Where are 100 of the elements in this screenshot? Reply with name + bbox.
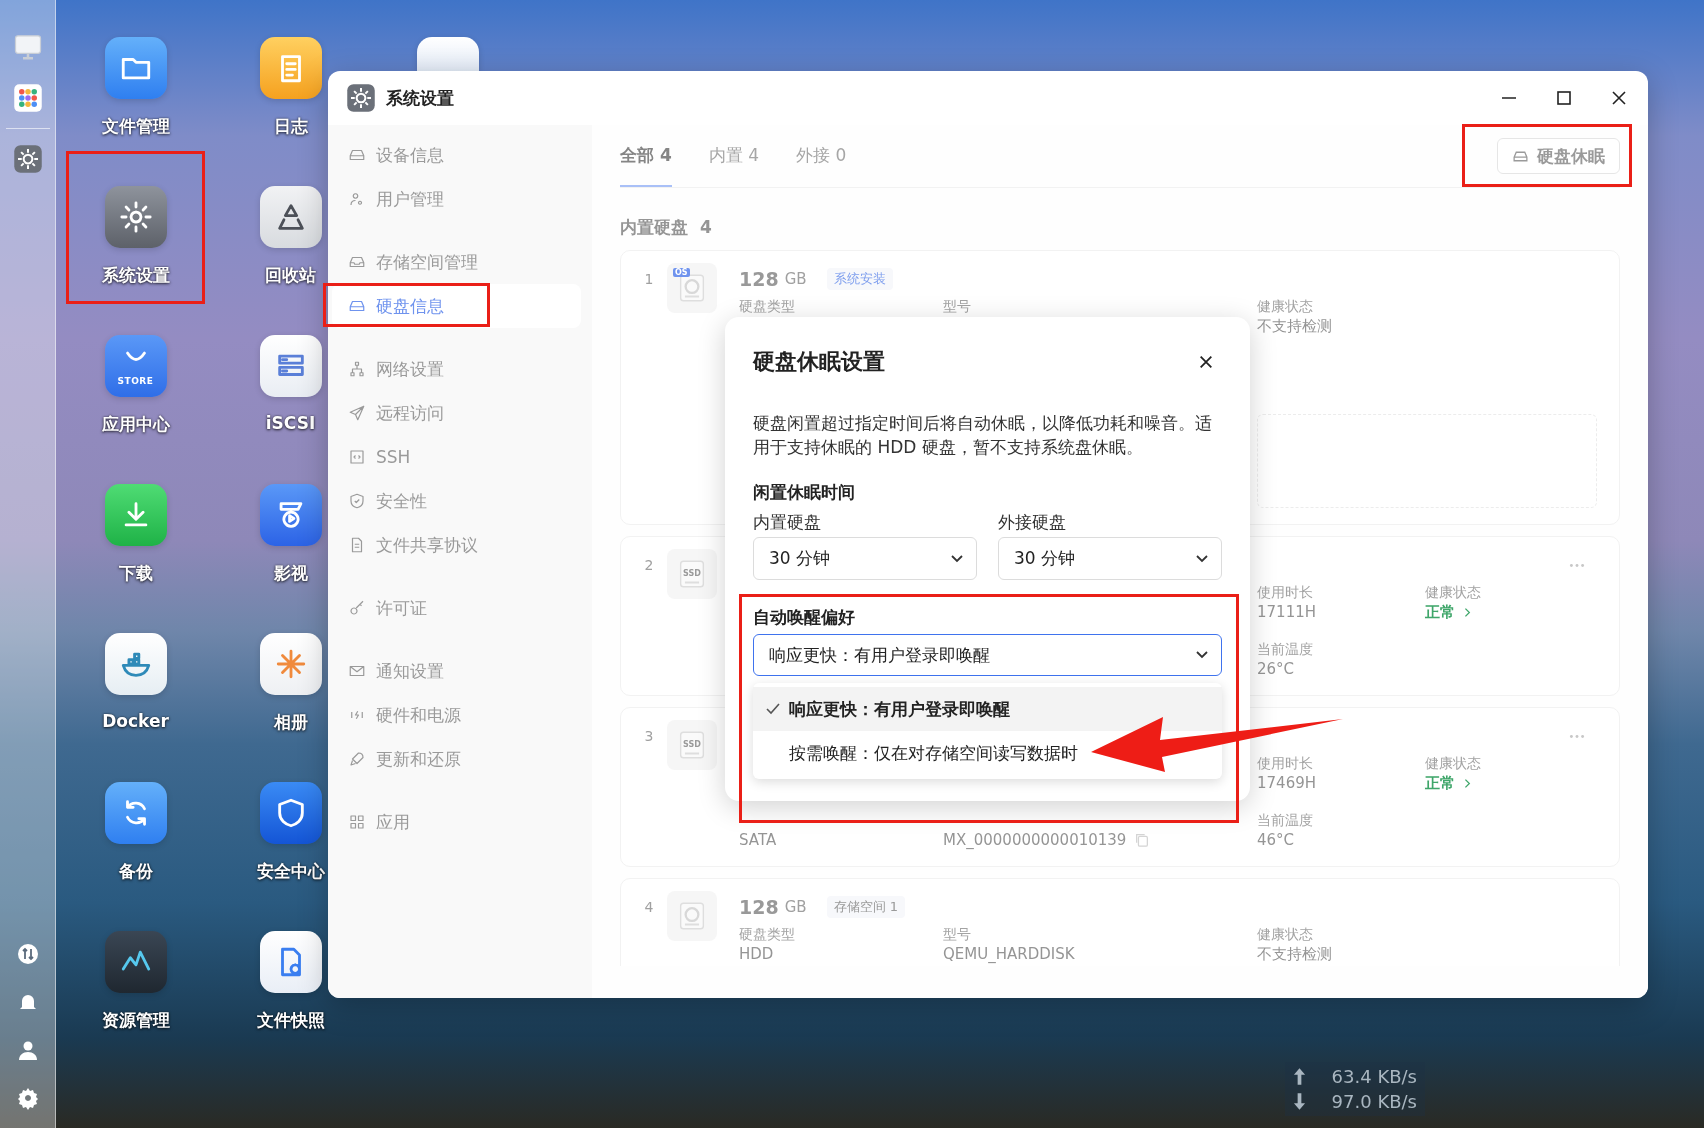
sidebar-item[interactable]: 应用 — [332, 800, 581, 844]
field-label: 硬盘类型 — [739, 925, 796, 944]
app-icon[interactable] — [104, 782, 167, 844]
field-value: HDD — [739, 944, 774, 964]
sidebar-item[interactable]: 硬盘信息 — [332, 284, 581, 328]
app-grid-icon[interactable] — [12, 83, 43, 113]
dropdown-option[interactable]: 按需唤醒：仅在对存储空间读写数据时 — [753, 731, 1222, 775]
sidebar-item[interactable]: 通知设置 — [332, 649, 581, 693]
sidebar-item[interactable]: 远程访问 — [332, 391, 581, 435]
sidebar-item[interactable]: 安全性 — [332, 479, 581, 523]
field-value: SATA — [739, 830, 777, 850]
shield-icon — [348, 492, 366, 510]
app-icon[interactable] — [259, 931, 322, 993]
app-label[interactable]: 安全中心 — [256, 860, 325, 883]
tab[interactable]: 全部 4 — [620, 125, 672, 187]
field-value: 17469H — [1257, 773, 1316, 793]
download-speed: 97.0 KB/s — [1331, 1091, 1417, 1112]
app-label[interactable]: 下载 — [118, 562, 153, 585]
disk-tag: 系统安装 — [826, 268, 893, 290]
field-label: 使用时长 — [1257, 754, 1314, 773]
field-label: 健康状态 — [1425, 754, 1482, 773]
app-label[interactable]: iSCSI — [265, 413, 316, 433]
sidebar-item[interactable]: 硬件和电源 — [332, 693, 581, 737]
sidebar-item[interactable]: 更新和还原 — [332, 737, 581, 781]
app-icon[interactable] — [259, 37, 322, 99]
sidebar-item[interactable]: 存储空间管理 — [332, 240, 581, 284]
speed-gauge-icon[interactable] — [15, 942, 40, 966]
app-icon[interactable] — [416, 37, 479, 71]
close-icon[interactable] — [1610, 89, 1628, 107]
section-title: 内置硬盘 — [620, 216, 688, 238]
time-select[interactable]: 30 分钟 — [998, 537, 1222, 580]
dialog-description: 硬盘闲置超过指定时间后将自动休眠，以降低功耗和噪音。适用于支持休眠的 HDD 硬盘，暂不支持系统盘休眠。 — [753, 412, 1213, 459]
dialog-title: 硬盘休眠设置 — [753, 349, 885, 375]
key-icon — [348, 599, 366, 617]
chevron-icon — [1463, 777, 1471, 789]
upload-speed: 63.4 KB/s — [1331, 1066, 1417, 1087]
download-arrow-icon — [1293, 1092, 1306, 1111]
caret-icon — [1195, 553, 1209, 564]
app-label[interactable]: 相册 — [273, 711, 308, 734]
app-icon[interactable] — [104, 931, 167, 993]
app-icon[interactable] — [259, 186, 322, 248]
field-value: QEMU_HARDDISK — [943, 944, 1075, 964]
sidebar-item[interactable]: 文件共享协议 — [332, 523, 581, 567]
app-label[interactable]: 系统设置 — [101, 264, 170, 287]
app-label[interactable]: 文件管理 — [101, 115, 170, 138]
app-icon[interactable]: STORE — [104, 335, 167, 397]
field-label: 内置硬盘 — [753, 512, 822, 532]
field-label: 型号 — [943, 925, 972, 944]
caret-icon — [1195, 650, 1209, 660]
sidebar-item[interactable]: SSH — [332, 435, 581, 479]
app-label[interactable]: 回收站 — [265, 264, 316, 287]
field-label: 健康状态 — [1257, 925, 1314, 944]
field-label: 健康状态 — [1425, 583, 1482, 602]
field-label: 健康状态 — [1257, 297, 1314, 316]
size-unit: GB — [784, 270, 807, 288]
disk-sleep-button[interactable]: 硬盘休眠 — [1497, 138, 1620, 174]
field-value: 不支持检测 — [1257, 944, 1332, 964]
section-heading: 闲置休眠时间 — [753, 482, 856, 503]
sidebar-item[interactable]: 用户管理 — [332, 177, 581, 221]
app-icon[interactable] — [104, 37, 167, 99]
code-icon — [348, 448, 366, 466]
app-icon[interactable] — [104, 186, 167, 248]
window-title: 系统设置 — [386, 86, 454, 110]
disk-icon-label: OS — [673, 268, 690, 277]
app-label[interactable]: 文件快照 — [256, 1009, 325, 1032]
app-label[interactable]: 备份 — [118, 860, 153, 883]
field-value: 26°C — [1257, 659, 1295, 679]
tab[interactable]: 外接 0 — [796, 125, 847, 187]
disk-number: 4 — [643, 898, 655, 917]
app-icon[interactable] — [259, 782, 322, 844]
sidebar-item[interactable]: 设备信息 — [332, 133, 581, 177]
close-icon[interactable] — [1198, 354, 1214, 370]
field-value: 不支持检测 — [1257, 316, 1332, 336]
field-value: 46°C — [1257, 830, 1295, 850]
wake-select[interactable]: 响应更快：有用户登录即唤醒 — [753, 634, 1222, 676]
sidebar-item[interactable]: 许可证 — [332, 586, 581, 630]
disk-count: 4 — [700, 216, 712, 238]
app-label[interactable]: 应用中心 — [101, 413, 170, 436]
disk-icon-label: SSD — [683, 740, 701, 749]
app-label[interactable]: 资源管理 — [101, 1009, 170, 1032]
app-label[interactable]: 日志 — [273, 115, 308, 138]
health-status-link[interactable]: 正常 — [1425, 773, 1471, 793]
field-value: 17111H — [1257, 602, 1316, 622]
app-icon[interactable] — [259, 633, 322, 695]
app-label[interactable]: 影视 — [273, 562, 308, 585]
disk-number: 2 — [643, 556, 655, 575]
health-status-link[interactable]: 正常 — [1425, 602, 1471, 622]
disk-tag: 存储空间 1 — [826, 896, 905, 918]
sidebar-item[interactable]: 网络设置 — [332, 347, 581, 391]
maximize-icon[interactable] — [1555, 89, 1573, 107]
field-label: 当前温度 — [1257, 640, 1314, 659]
dropdown-option[interactable]: 响应更快：有用户登录即唤醒 — [753, 687, 1222, 731]
tab[interactable]: 内置 4 — [708, 125, 759, 187]
app-label[interactable]: Docker — [102, 711, 169, 731]
field-label: 型号 — [943, 297, 972, 316]
app-icon[interactable] — [259, 484, 322, 546]
disk-size: 128 — [739, 268, 779, 290]
app-icon[interactable] — [104, 633, 167, 695]
field-label: 硬盘类型 — [739, 297, 796, 316]
time-select[interactable]: 30 分钟 — [753, 537, 977, 580]
